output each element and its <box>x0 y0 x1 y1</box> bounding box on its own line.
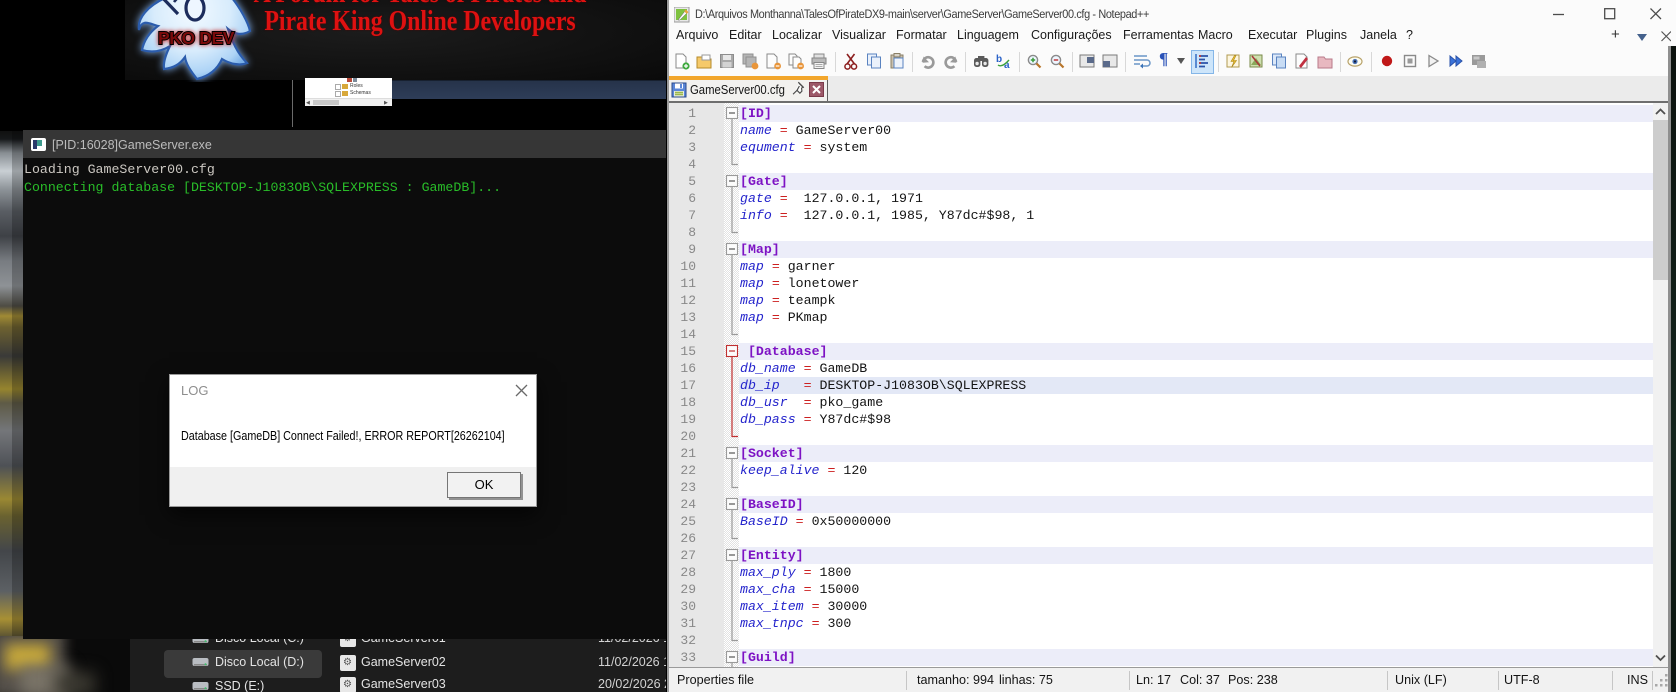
svg-text:b: b <box>996 54 1002 65</box>
